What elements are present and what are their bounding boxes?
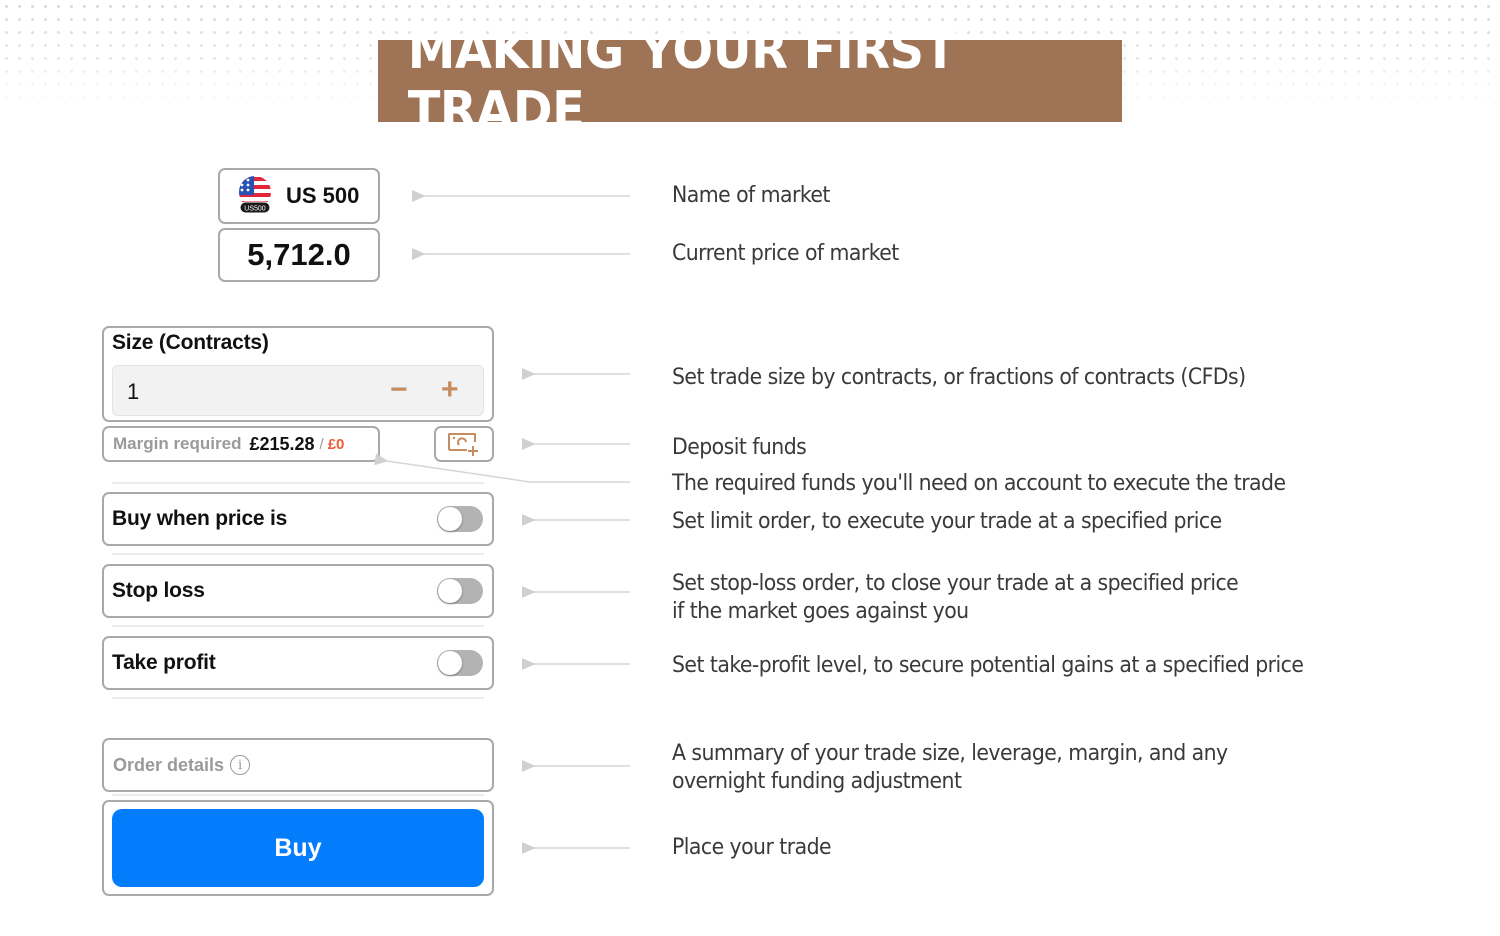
desc-take-profit: Set take-profit level, to secure potenti… [672,653,1304,678]
desc-limit: Set limit order, to execute your trade a… [672,509,1222,534]
arrow-margin [374,453,630,483]
desc-order-details-line1: A summary of your trade size, leverage, … [672,741,1228,766]
desc-size: Set trade size by contracts, or fraction… [672,365,1246,390]
desc-margin: The required funds you'll need on accoun… [672,471,1286,496]
desc-order-details-line2: overnight funding adjustment [672,769,962,794]
desc-buy: Place your trade [672,835,832,860]
desc-market-name: Name of market [672,183,830,208]
desc-stop-loss-line1: Set stop-loss order, to close your trade… [672,571,1239,596]
desc-stop-loss-line2: if the market goes against you [672,599,969,624]
desc-deposit: Deposit funds [672,435,807,460]
desc-market-price: Current price of market [672,241,899,266]
